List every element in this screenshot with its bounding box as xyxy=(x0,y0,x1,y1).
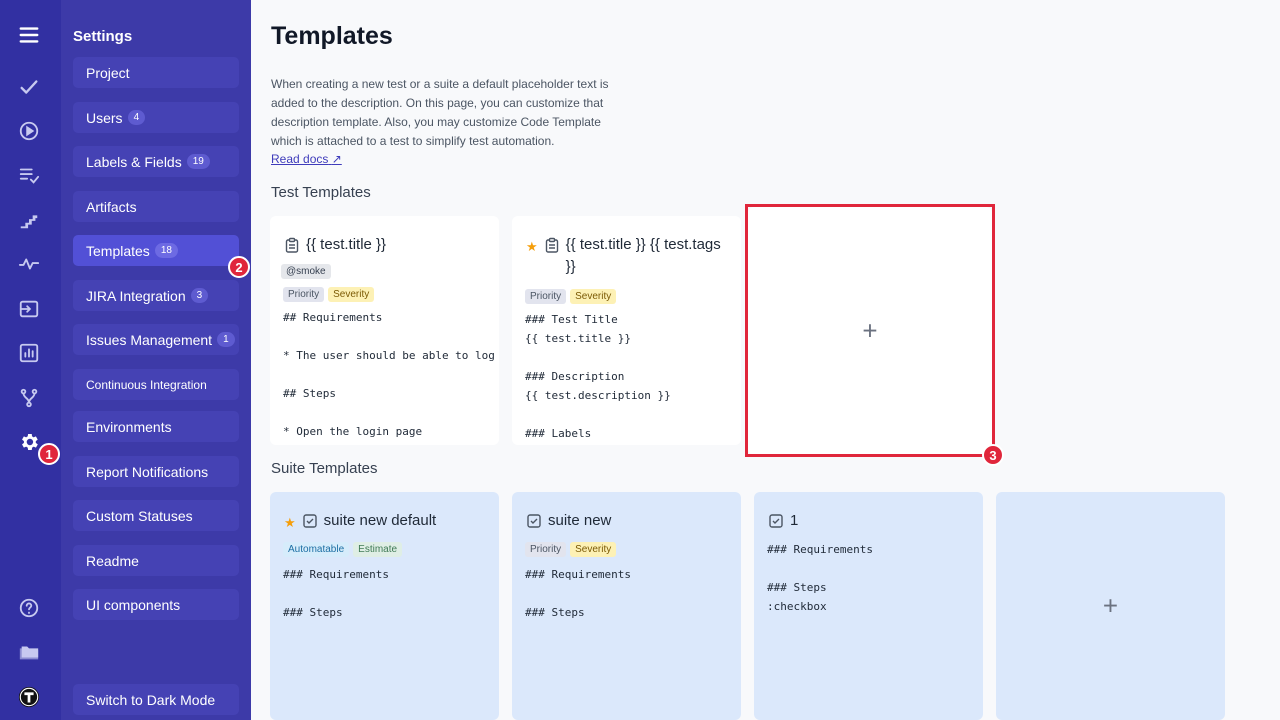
star-icon: ★ xyxy=(526,239,538,254)
chart-icon[interactable] xyxy=(16,340,42,366)
add-suite-template-card[interactable]: + xyxy=(996,492,1225,720)
check-icon[interactable] xyxy=(16,74,42,100)
templates-step-badge: 2 xyxy=(228,256,250,278)
dark-mode-label: Switch to Dark Mode xyxy=(86,691,216,708)
read-docs-label: Read docs xyxy=(271,152,329,166)
menu-label: Project xyxy=(86,64,130,81)
add-step-badge: 3 xyxy=(982,444,1004,466)
settings-item-ui-components[interactable]: UI components xyxy=(73,589,239,620)
dark-mode-button[interactable]: Switch to Dark Mode xyxy=(73,684,239,715)
plus-icon: + xyxy=(1102,590,1119,621)
branch-icon[interactable] xyxy=(16,385,42,411)
import-icon[interactable] xyxy=(16,296,42,322)
menu-label: UI components xyxy=(86,596,181,613)
menu-label: Custom Statuses xyxy=(86,507,193,524)
card-title: {{ test.title }} xyxy=(284,234,489,256)
settings-item-artifacts[interactable]: Artifacts xyxy=(73,191,239,222)
menu-label: Labels & Fields xyxy=(86,153,182,170)
settings-item-readme[interactable]: Readme xyxy=(73,545,239,576)
settings-item-environments[interactable]: Environments xyxy=(73,411,239,442)
settings-item-report-notifications[interactable]: Report Notifications xyxy=(73,456,239,487)
read-docs-link[interactable]: Read docs ↗ xyxy=(271,152,342,166)
template-code: ### Requirements ### Steps xyxy=(283,568,389,619)
card-title: ★ suite new default xyxy=(284,510,489,534)
highlight-box xyxy=(745,204,995,457)
checkbox-icon xyxy=(526,513,542,529)
checkbox-icon xyxy=(768,513,784,529)
avatar-icon[interactable] xyxy=(16,684,42,710)
card-title-text: suite new xyxy=(548,512,612,529)
test-template-card[interactable]: {{ test.title }} @smoke Priority Severity… xyxy=(270,216,499,445)
pulse-icon[interactable] xyxy=(16,251,42,277)
template-code: ### Test Title {{ test.title }} ### Desc… xyxy=(525,313,671,440)
list-check-icon[interactable] xyxy=(16,162,42,188)
settings-panel: Settings Project Users 4 Labels & Fields 1… xyxy=(61,0,251,720)
priority-label: Priority xyxy=(525,542,567,557)
template-code: ### Requirements ### Steps :checkbox xyxy=(767,543,873,613)
severity-label: Severity xyxy=(328,287,375,302)
template-code: ## Requirements * The user should be abl… xyxy=(283,311,495,438)
menu-label: Artifacts xyxy=(86,198,137,215)
jira-count: 3 xyxy=(190,288,209,303)
icon-rail: 1 xyxy=(0,0,61,720)
play-icon[interactable] xyxy=(16,118,42,144)
card-title-text: 1 xyxy=(790,512,799,529)
labels-count: 19 xyxy=(186,154,210,169)
stairs-icon[interactable] xyxy=(16,207,42,233)
menu-label: Issues Management xyxy=(86,331,213,348)
card-title: suite new xyxy=(526,510,731,532)
settings-item-templates[interactable]: Templates 18 xyxy=(73,235,239,266)
card-title: 1 xyxy=(768,510,973,532)
menu-label: Continuous Integration xyxy=(86,377,207,392)
test-templates-heading: Test Templates xyxy=(271,184,371,201)
settings-item-users[interactable]: Users 4 xyxy=(73,102,239,133)
automatable-label: Automatable xyxy=(283,542,350,557)
external-link-icon: ↗ xyxy=(331,152,342,166)
estimate-label: Estimate xyxy=(353,542,403,557)
suite-template-card[interactable]: ★ suite new default Automatable Estimate … xyxy=(270,492,499,720)
issues-count: 1 xyxy=(217,332,235,347)
template-code: ### Requirements ### Steps xyxy=(525,568,631,619)
menu-label: Templates xyxy=(86,242,150,259)
settings-item-project[interactable]: Project xyxy=(73,57,239,88)
card-title-text: {{ test.title }} xyxy=(306,236,387,253)
severity-label: Severity xyxy=(570,289,617,304)
settings-item-ci[interactable]: Continuous Integration xyxy=(73,369,239,400)
priority-label: Priority xyxy=(525,289,567,304)
menu-label: Users xyxy=(86,109,123,126)
users-count: 4 xyxy=(127,110,146,125)
menu-label: Report Notifications xyxy=(86,463,209,480)
card-title: ★ {{ test.title }} {{ test.tags }} xyxy=(526,234,731,278)
suite-template-card[interactable]: suite new Priority Severity ### Requireme… xyxy=(512,492,741,720)
settings-item-issues[interactable]: Issues Management 1 xyxy=(73,324,239,355)
help-icon[interactable] xyxy=(16,595,42,621)
star-icon: ★ xyxy=(284,515,296,530)
menu-label: Environments xyxy=(86,418,172,435)
severity-label: Severity xyxy=(570,542,617,557)
suite-template-card[interactable]: 1 ### Requirements ### Steps :checkbox xyxy=(754,492,983,720)
clipboard-icon xyxy=(284,237,300,253)
settings-title: Settings xyxy=(73,28,133,45)
menu-label: JIRA Integration xyxy=(86,287,186,304)
settings-item-jira[interactable]: JIRA Integration 3 xyxy=(73,280,239,311)
tag-badge: @smoke xyxy=(281,264,331,279)
card-title-text: suite new default xyxy=(323,512,437,529)
page-title: Templates xyxy=(271,22,393,50)
suite-templates-heading: Suite Templates xyxy=(271,460,378,477)
settings-item-custom-statuses[interactable]: Custom Statuses xyxy=(73,500,239,531)
priority-label: Priority xyxy=(283,287,325,302)
settings-step-badge: 1 xyxy=(38,443,60,465)
menu-label: Readme xyxy=(86,552,139,569)
test-template-card[interactable]: ★ {{ test.title }} {{ test.tags }} Prior… xyxy=(512,216,741,445)
clipboard-icon xyxy=(544,237,560,253)
templates-count: 18 xyxy=(154,243,178,258)
card-title-text: {{ test.title }} {{ test.tags }} xyxy=(565,236,721,275)
menu-icon[interactable] xyxy=(16,22,42,48)
settings-item-labels-fields[interactable]: Labels & Fields 19 xyxy=(73,146,239,177)
folder-icon[interactable] xyxy=(16,639,42,665)
page-description: When creating a new test or a suite a de… xyxy=(271,77,609,148)
checkbox-icon xyxy=(302,513,318,529)
main-content: Templates When creating a new test or a … xyxy=(251,0,1280,720)
